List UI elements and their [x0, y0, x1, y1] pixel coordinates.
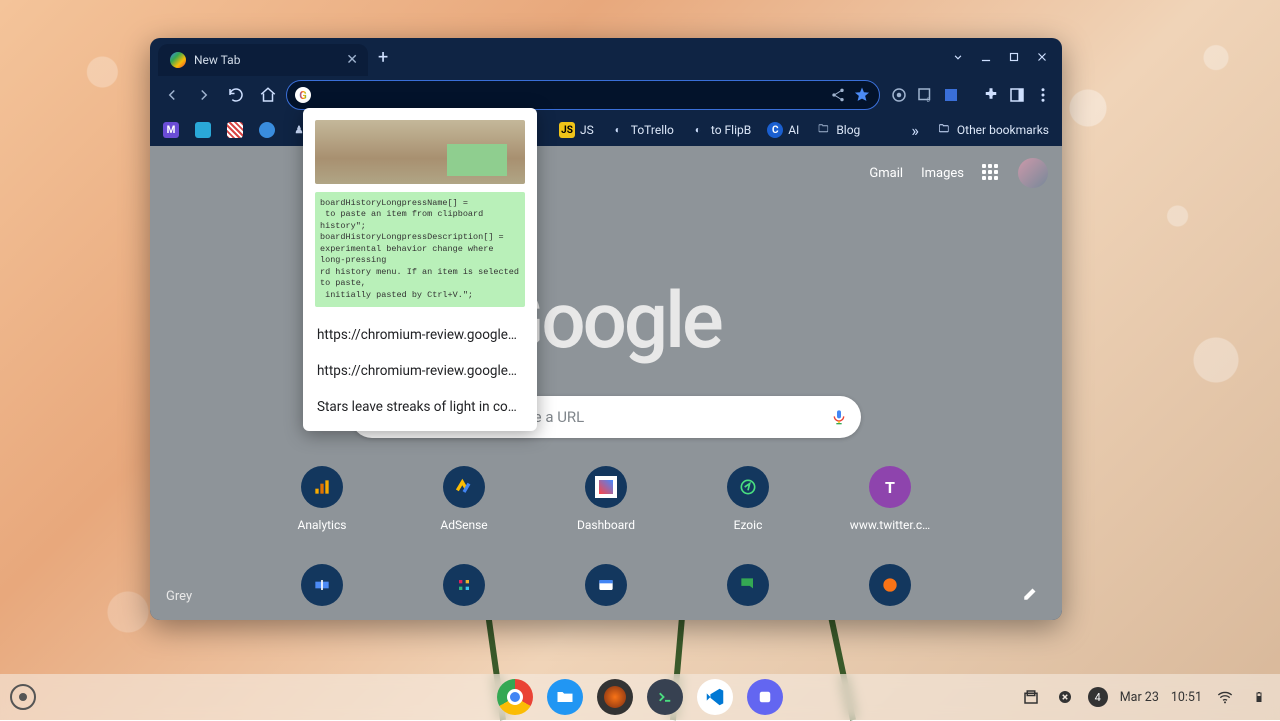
gmail-link[interactable]: Gmail — [869, 166, 903, 181]
shortcut-twitter[interactable]: Twww.twitter.c… — [850, 466, 930, 532]
shortcut-item[interactable] — [708, 564, 788, 606]
notification-count[interactable]: 4 — [1088, 687, 1108, 707]
side-panel-icon[interactable] — [1006, 84, 1028, 106]
close-window-button[interactable] — [1028, 43, 1056, 71]
clipboard-code-item[interactable]: boardHistoryLongpressName[] = to paste a… — [315, 192, 525, 307]
browser-tab[interactable]: New Tab ✕ — [158, 44, 368, 76]
chrome-window: New Tab ✕ + G 0 M — [150, 38, 1062, 620]
extension-icon[interactable] — [888, 84, 910, 106]
bookmark-item[interactable]: 🗀Blog — [810, 119, 865, 141]
titlebar: New Tab ✕ + — [150, 38, 1062, 76]
shortcut-item[interactable] — [850, 564, 930, 606]
launcher-button[interactable] — [10, 684, 36, 710]
address-bar[interactable]: G — [286, 80, 880, 110]
folder-icon: 🗀 — [936, 122, 952, 138]
new-tab-page: Gmail Images Google Search Google or typ… — [150, 146, 1062, 620]
folder-icon: 🗀 — [815, 122, 831, 138]
voice-search-icon[interactable] — [831, 407, 847, 427]
ntp-top-links: Gmail Images — [869, 158, 1048, 188]
bookmark-item[interactable]: CAI — [762, 119, 804, 141]
maximize-button[interactable] — [1000, 43, 1028, 71]
profile-avatar[interactable] — [1018, 158, 1048, 188]
shortcut-item[interactable] — [282, 564, 362, 606]
shelf-date: Mar 23 — [1120, 690, 1159, 705]
bookmark-item[interactable] — [254, 119, 280, 141]
shelf-apps — [497, 679, 783, 715]
battery-icon — [1248, 686, 1270, 708]
terminal-app-icon[interactable] — [647, 679, 683, 715]
shortcut-analytics[interactable]: Analytics — [282, 466, 362, 532]
nearby-share-icon[interactable] — [1054, 686, 1076, 708]
home-button[interactable] — [254, 81, 282, 109]
bookmark-item[interactable]: M — [158, 119, 184, 141]
extensions-menu-icon[interactable] — [980, 84, 1002, 106]
shortcut-ezoic[interactable]: Ezoic — [708, 466, 788, 532]
app-icon[interactable] — [597, 679, 633, 715]
bookmarks-bar: M ♟ JSJS ◐ToTrello ◐to FlipB CAI 🗀Blog »… — [150, 114, 1062, 146]
bookmark-item[interactable]: ◐to FlipB — [685, 119, 756, 141]
bookmark-item[interactable]: ◐ToTrello — [605, 119, 679, 141]
files-app-icon[interactable] — [547, 679, 583, 715]
other-bookmarks[interactable]: 🗀Other bookmarks — [931, 119, 1054, 141]
chrome-icon — [170, 52, 186, 68]
theme-label: Grey — [166, 589, 192, 604]
bookmark-star-icon[interactable] — [853, 86, 871, 104]
images-link[interactable]: Images — [921, 166, 964, 181]
bookmark-overflow-icon[interactable]: » — [905, 121, 925, 140]
shortcut-dashboard[interactable]: Dashboard — [566, 466, 646, 532]
back-button[interactable] — [158, 81, 186, 109]
chrome-app-icon[interactable] — [497, 679, 533, 715]
bookmark-item[interactable] — [222, 119, 248, 141]
bookmark-item[interactable] — [190, 119, 216, 141]
apps-grid-icon[interactable] — [982, 164, 1000, 182]
customize-button[interactable] — [1022, 584, 1040, 602]
menu-icon[interactable] — [1032, 84, 1054, 106]
chromeos-shelf: 4 Mar 23 10:51 — [0, 674, 1280, 720]
tab-search-button[interactable] — [944, 43, 972, 71]
app-icon[interactable] — [747, 679, 783, 715]
system-tray[interactable]: 4 Mar 23 10:51 — [1020, 686, 1270, 708]
toolbar: G 0 — [150, 76, 1062, 114]
extension-icon[interactable] — [940, 84, 962, 106]
shortcut-item[interactable] — [424, 564, 504, 606]
shelf-time: 10:51 — [1171, 690, 1202, 705]
clipboard-image-item[interactable] — [315, 120, 525, 184]
google-favicon: G — [295, 87, 311, 103]
tote-icon[interactable] — [1020, 686, 1042, 708]
close-tab-icon[interactable]: ✕ — [346, 52, 358, 68]
share-icon[interactable] — [829, 86, 847, 104]
wifi-icon — [1214, 686, 1236, 708]
shortcut-adsense[interactable]: AdSense — [424, 466, 504, 532]
extension-icon[interactable]: 0 — [914, 84, 936, 106]
minimize-button[interactable] — [972, 43, 1000, 71]
clipboard-text-item[interactable]: https://chromium-review.googleso… — [303, 317, 537, 353]
bookmark-item[interactable]: JSJS — [554, 119, 599, 141]
reload-button[interactable] — [222, 81, 250, 109]
vscode-app-icon[interactable] — [697, 679, 733, 715]
shortcut-item[interactable] — [566, 564, 646, 606]
clipboard-history-menu: boardHistoryLongpressName[] = to paste a… — [303, 108, 537, 431]
shortcuts-row-2 — [282, 564, 930, 606]
tab-title: New Tab — [194, 53, 338, 67]
clipboard-text-item[interactable]: https://chromium-review.googleso… — [303, 353, 537, 389]
shortcuts-row: Analytics AdSense Dashboard Ezoic Twww.t… — [282, 466, 930, 532]
clipboard-text-item[interactable]: Stars leave streaks of light in conc… — [303, 389, 537, 425]
extensions-row: 0 — [888, 84, 1054, 106]
forward-button[interactable] — [190, 81, 218, 109]
new-tab-button[interactable]: + — [378, 47, 388, 68]
